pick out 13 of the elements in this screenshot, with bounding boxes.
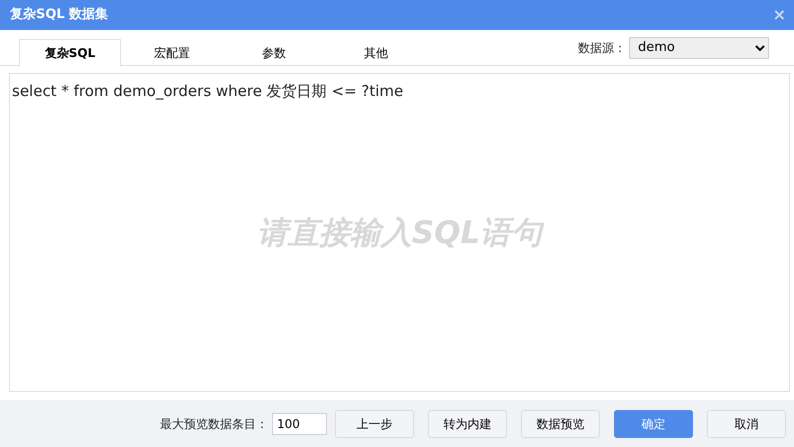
datasource-select[interactable]: demo [629,36,769,58]
tab[interactable]: 其他 [325,39,427,65]
tab[interactable]: 参数 [223,39,325,65]
tab[interactable]: 宏配置 [121,39,223,65]
window-title: 复杂SQL 数据集 [10,6,108,24]
footer-button[interactable]: 上一步 [335,410,414,438]
footer-button[interactable]: 数据预览 [521,410,600,438]
max-rows-label: 最大预览数据条目： [160,416,268,432]
tab[interactable]: 复杂SQL [19,39,121,66]
datasource-label: 数据源： [578,40,626,56]
footer-button[interactable]: 取消 [707,410,786,438]
max-rows-input[interactable]: 100 [272,412,327,434]
footer-button[interactable]: 转为内建 [428,410,507,438]
